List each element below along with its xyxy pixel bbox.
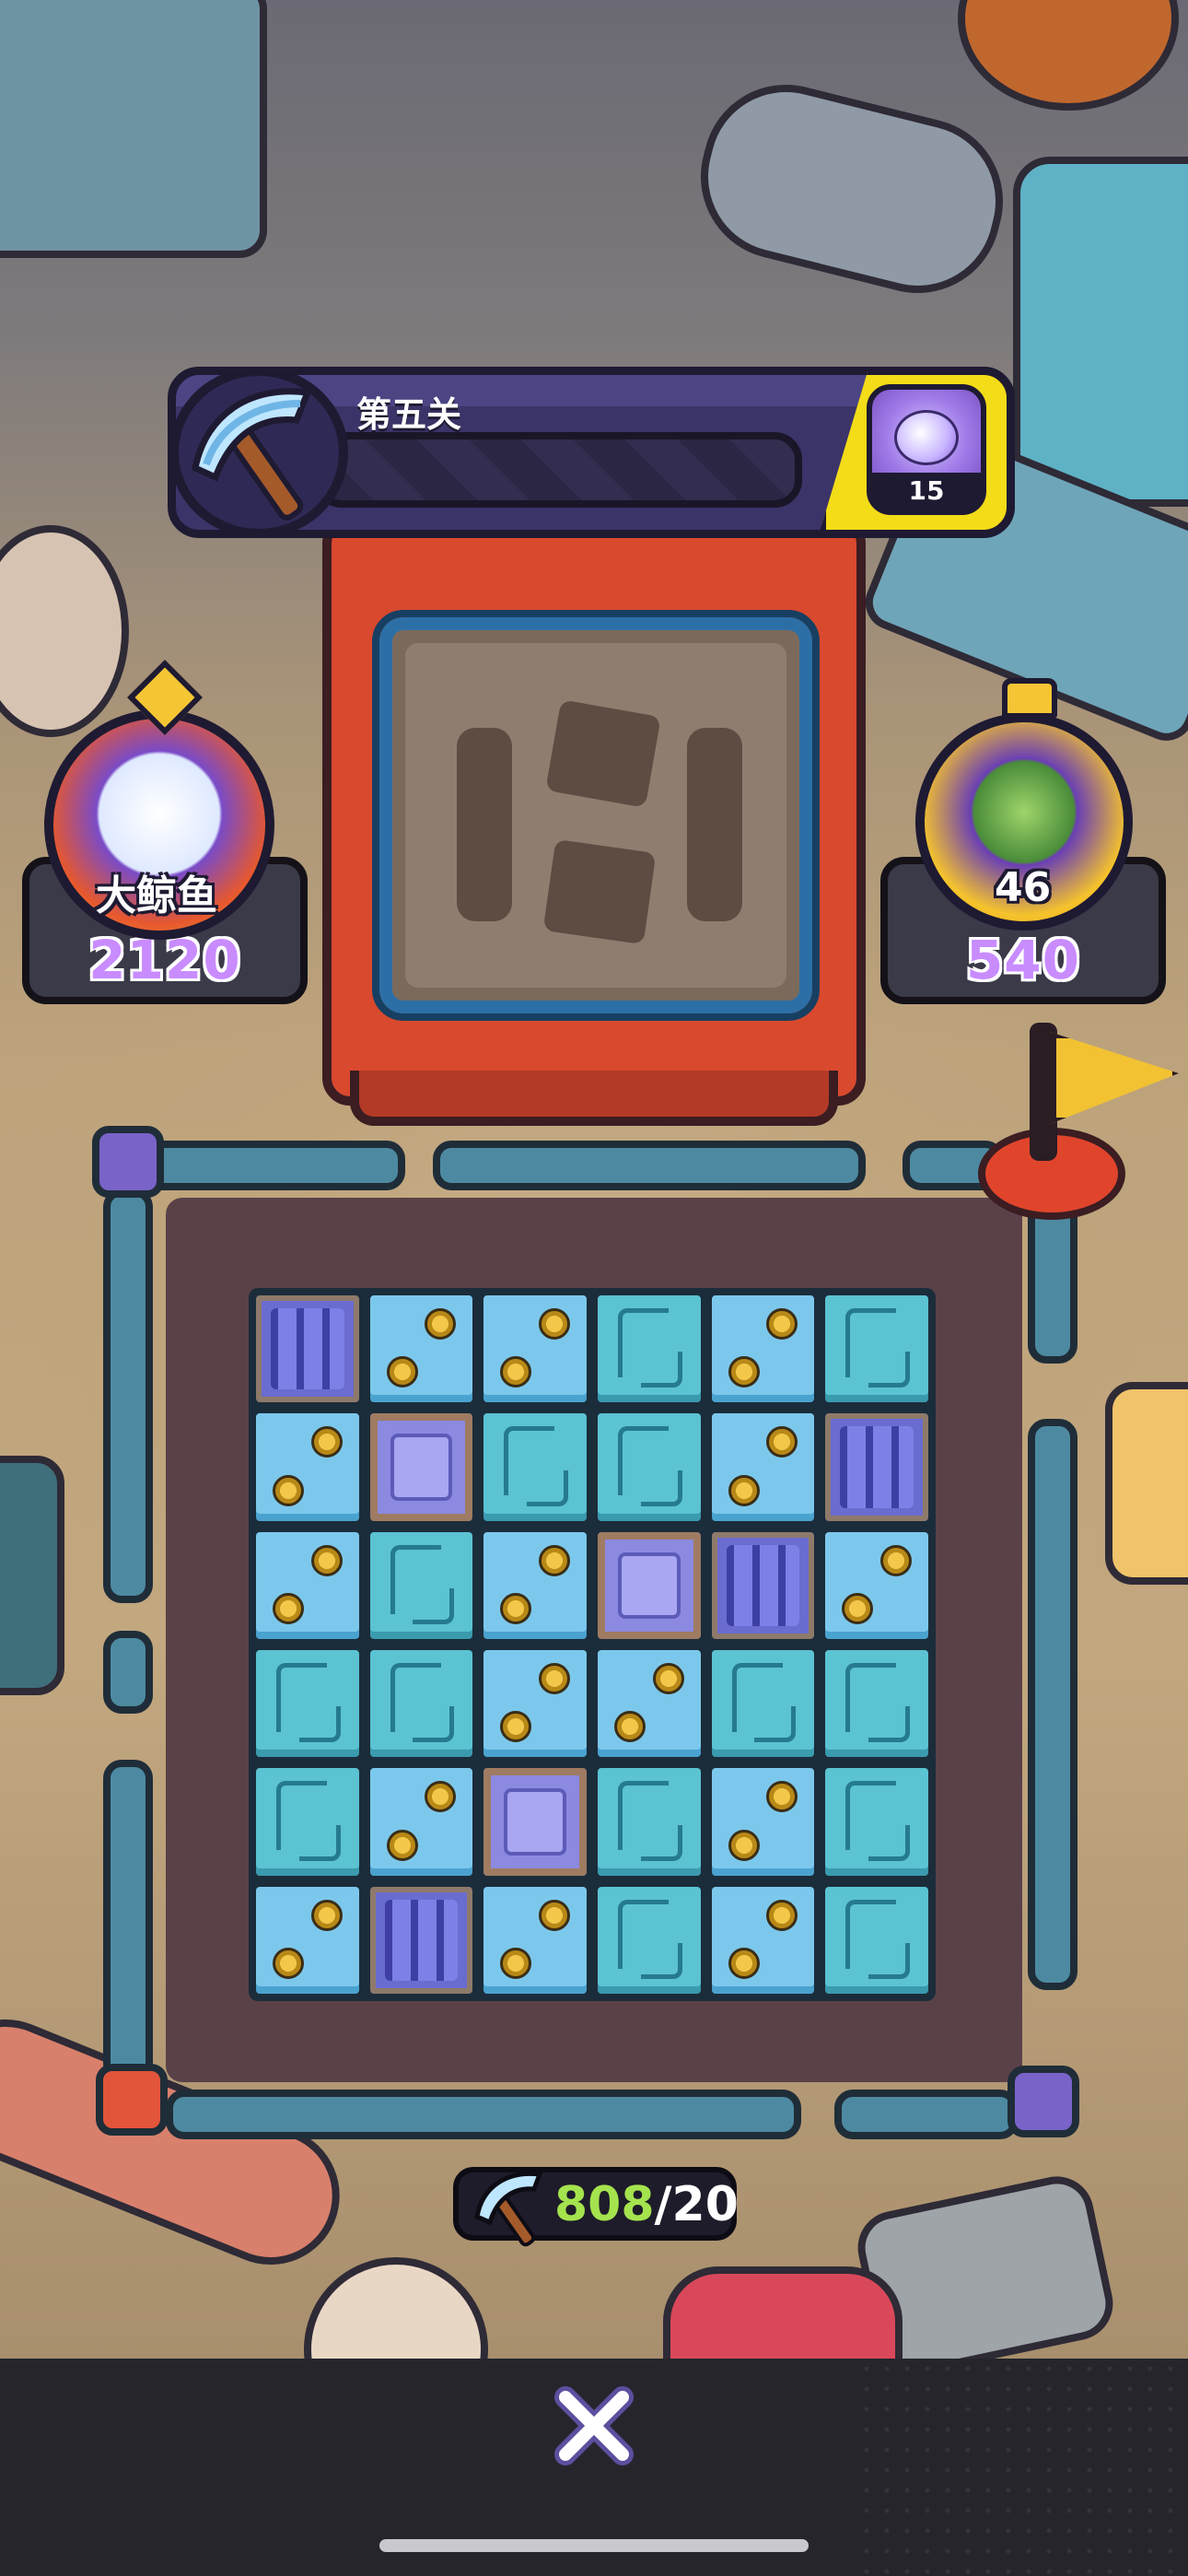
- junk-sack: [0, 525, 129, 737]
- pipe-joint-bottom-left: [96, 2064, 168, 2136]
- pickaxe-icon: [474, 2171, 543, 2247]
- pipe-top-left: [138, 1141, 405, 1190]
- prize-screen: [372, 610, 820, 1021]
- tile-pipe[interactable]: [707, 1646, 819, 1762]
- level-progress-track: [314, 432, 802, 508]
- tile-pipe[interactable]: [366, 1528, 477, 1643]
- prize-screen-inner: [405, 643, 786, 988]
- player-right-name: 46: [995, 864, 1052, 911]
- tile-bolt[interactable]: [821, 1528, 932, 1643]
- tile-bolt[interactable]: [707, 1410, 819, 1525]
- tile-bolt[interactable]: [593, 1646, 705, 1762]
- pickaxe-counter: 808/20: [453, 2167, 739, 2247]
- tile-bolt[interactable]: [366, 1292, 477, 1407]
- capsule-egg-icon[interactable]: 15: [867, 384, 986, 515]
- tile-bolt[interactable]: [707, 1882, 819, 1997]
- junk-car: [1013, 157, 1188, 507]
- pipe-left-lower: [103, 1760, 153, 2082]
- junk-shoe: [663, 2266, 903, 2359]
- avatar-crown: [1002, 678, 1057, 719]
- pickaxe-icon: [192, 388, 312, 521]
- prize-silhouette-bottom-block: [542, 838, 657, 945]
- pickaxe-count-separator: /: [654, 2177, 672, 2232]
- tile-bolt[interactable]: [480, 1292, 590, 1407]
- junk-fridge: [0, 0, 267, 258]
- player-right-score: 540: [965, 929, 1081, 991]
- tile-pipe[interactable]: [252, 1764, 363, 1879]
- prize-silhouette-top-block: [545, 699, 661, 808]
- tile-bolt[interactable]: [480, 1882, 590, 1997]
- prize-machine: [322, 516, 866, 1126]
- tile-bars[interactable]: [366, 1882, 477, 1997]
- tile-bolt[interactable]: [252, 1410, 363, 1525]
- reward-count: 15: [872, 473, 981, 509]
- pickaxe-count-max: 20: [671, 2177, 739, 2232]
- pipe-right-lower: [1028, 1419, 1077, 1990]
- pipe-joint-top-left: [92, 1126, 164, 1198]
- tile-pipe[interactable]: [480, 1410, 590, 1525]
- tile-pipe[interactable]: [252, 1646, 363, 1762]
- dig-grid[interactable]: [249, 1288, 936, 2001]
- tile-pipe[interactable]: [593, 1292, 705, 1407]
- junk-cheese: [1105, 1382, 1188, 1585]
- pipe-joint-bottom-right: [1007, 2066, 1079, 2137]
- pipe-left-short: [103, 1631, 153, 1714]
- tile-pipe[interactable]: [593, 1764, 705, 1879]
- tile-box[interactable]: [366, 1410, 477, 1525]
- pipe-right-upper: [1028, 1198, 1077, 1364]
- tile-box[interactable]: [480, 1764, 590, 1879]
- tile-bolt[interactable]: [480, 1646, 590, 1762]
- tile-box[interactable]: [593, 1528, 705, 1643]
- tile-pipe[interactable]: [593, 1410, 705, 1525]
- pipe-bottom-right: [834, 2090, 1019, 2139]
- home-indicator[interactable]: [379, 2539, 809, 2552]
- prize-silhouette-left-leg: [457, 728, 512, 921]
- capsule-creature-shape: [894, 410, 959, 465]
- tile-pipe[interactable]: [593, 1882, 705, 1997]
- tile-pipe[interactable]: [821, 1292, 932, 1407]
- level-title: 第五关: [356, 394, 462, 435]
- tile-pipe[interactable]: [821, 1646, 932, 1762]
- pipe-left-upper: [103, 1188, 153, 1603]
- tile-bars[interactable]: [252, 1292, 363, 1407]
- junk-clock: [304, 2257, 488, 2359]
- tile-pipe[interactable]: [366, 1646, 477, 1762]
- close-icon[interactable]: [551, 2383, 637, 2469]
- tile-bolt[interactable]: [366, 1764, 477, 1879]
- junk-chair: [0, 1456, 64, 1695]
- tile-bolt[interactable]: [252, 1528, 363, 1643]
- level-pickaxe-medallion: [169, 367, 348, 538]
- pickaxe-count-current: 808: [554, 2177, 655, 2232]
- pipe-bottom-left: [166, 2090, 801, 2139]
- tile-bolt[interactable]: [707, 1292, 819, 1407]
- junk-tire: [958, 0, 1179, 111]
- player-left-name: 大鲸鱼: [96, 872, 217, 919]
- tile-bars[interactable]: [821, 1410, 932, 1525]
- junk-drum: [682, 66, 1021, 311]
- tile-bars[interactable]: [707, 1528, 819, 1643]
- tile-bolt[interactable]: [707, 1764, 819, 1879]
- tile-pipe[interactable]: [821, 1764, 932, 1879]
- pickaxe-count: 808/20: [554, 2178, 739, 2231]
- pipe-top-middle: [433, 1141, 866, 1190]
- tile-bolt[interactable]: [480, 1528, 590, 1643]
- prize-silhouette-right-leg: [687, 728, 742, 921]
- tile-pipe[interactable]: [821, 1882, 932, 1997]
- tile-bolt[interactable]: [252, 1882, 363, 1997]
